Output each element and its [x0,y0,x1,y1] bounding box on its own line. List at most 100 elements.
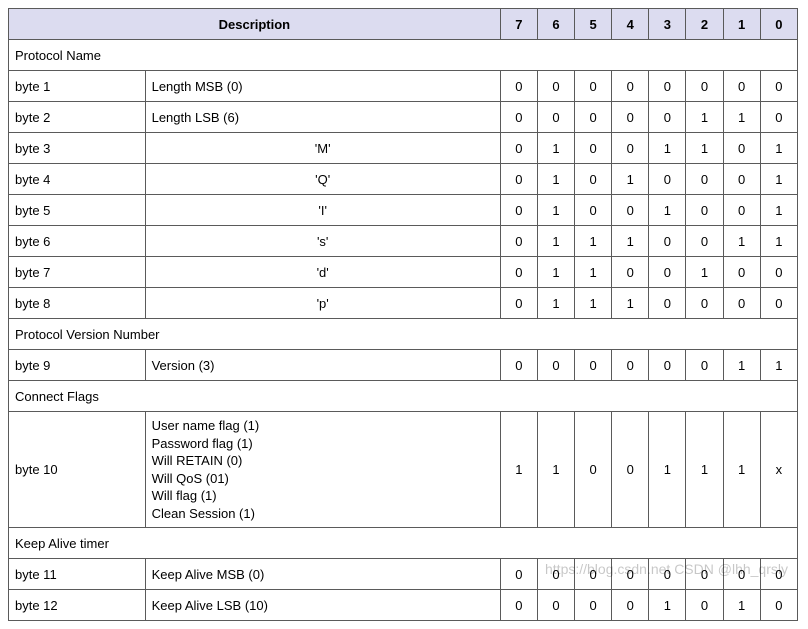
header-bit-0: 0 [760,9,797,40]
bit: 0 [649,102,686,133]
section-label: Keep Alive timer [9,528,798,559]
bit: 0 [760,102,797,133]
bit: 0 [575,559,612,590]
bit: 0 [649,559,686,590]
section-protocol-version: Protocol Version Number [9,319,798,350]
section-protocol-name: Protocol Name [9,40,798,71]
byte-desc: 'd' [145,257,500,288]
row-byte-7: byte 7 'd' 0 1 1 0 0 1 0 0 [9,257,798,288]
bit: 0 [723,288,760,319]
byte-desc: Version (3) [145,350,500,381]
bit: 1 [686,102,723,133]
bit: x [760,412,797,528]
bit: 0 [686,590,723,621]
row-byte-11: byte 11 Keep Alive MSB (0) 0 0 0 0 0 0 0… [9,559,798,590]
bit: 0 [575,350,612,381]
bit: 1 [686,257,723,288]
bit: 0 [575,71,612,102]
bit: 0 [500,71,537,102]
bit: 0 [723,195,760,226]
bit: 0 [612,350,649,381]
byte-label: byte 9 [9,350,146,381]
bit: 1 [575,226,612,257]
bit: 0 [537,590,574,621]
bit: 1 [537,412,574,528]
header-bit-4: 4 [612,9,649,40]
bit: 0 [760,288,797,319]
byte-label: byte 4 [9,164,146,195]
bit: 0 [760,257,797,288]
bit: 0 [500,288,537,319]
section-label: Connect Flags [9,381,798,412]
bit: 0 [649,257,686,288]
bit: 0 [500,590,537,621]
row-byte-2: byte 2 Length LSB (6) 0 0 0 0 0 1 1 0 [9,102,798,133]
bit: 1 [537,133,574,164]
bit: 0 [686,559,723,590]
bit: 1 [760,133,797,164]
row-byte-10: byte 10 User name flag (1) Password flag… [9,412,798,528]
bit: 0 [500,164,537,195]
bit: 1 [649,133,686,164]
bit: 0 [686,71,723,102]
row-byte-3: byte 3 'M' 0 1 0 0 1 1 0 1 [9,133,798,164]
bit: 1 [649,195,686,226]
bit: 0 [500,257,537,288]
row-byte-6: byte 6 's' 0 1 1 1 0 0 1 1 [9,226,798,257]
row-byte-4: byte 4 'Q' 0 1 0 1 0 0 0 1 [9,164,798,195]
bit: 1 [760,350,797,381]
section-keep-alive: Keep Alive timer [9,528,798,559]
header-desc: Description [9,9,501,40]
flag-line: Will flag (1) [152,487,494,505]
bit: 1 [612,288,649,319]
bit: 0 [575,102,612,133]
bit: 0 [575,133,612,164]
byte-desc: 'I' [145,195,500,226]
bit: 0 [612,257,649,288]
byte-desc: Length MSB (0) [145,71,500,102]
bit: 1 [760,164,797,195]
byte-label: byte 8 [9,288,146,319]
header-row: Description 7 6 5 4 3 2 1 0 [9,9,798,40]
bit: 0 [537,350,574,381]
bit: 0 [575,164,612,195]
bit: 0 [723,133,760,164]
bit: 0 [649,288,686,319]
row-byte-1: byte 1 Length MSB (0) 0 0 0 0 0 0 0 0 [9,71,798,102]
byte-label: byte 6 [9,226,146,257]
header-bit-6: 6 [537,9,574,40]
bit: 0 [612,559,649,590]
bit: 1 [575,257,612,288]
bit: 1 [537,288,574,319]
byte-label: byte 5 [9,195,146,226]
bit: 0 [723,164,760,195]
byte-desc: Length LSB (6) [145,102,500,133]
byte-label: byte 2 [9,102,146,133]
bit: 1 [500,412,537,528]
bit: 0 [500,559,537,590]
bit: 0 [537,71,574,102]
byte-label: byte 12 [9,590,146,621]
bit: 0 [575,195,612,226]
byte-desc-flags: User name flag (1) Password flag (1) Wil… [145,412,500,528]
row-byte-9: byte 9 Version (3) 0 0 0 0 0 0 1 1 [9,350,798,381]
bit: 0 [500,195,537,226]
header-bit-5: 5 [575,9,612,40]
bit: 0 [575,412,612,528]
bit: 0 [612,71,649,102]
byte-label: byte 7 [9,257,146,288]
row-byte-5: byte 5 'I' 0 1 0 0 1 0 0 1 [9,195,798,226]
bit: 1 [723,102,760,133]
bit: 1 [612,226,649,257]
flag-line: Will QoS (01) [152,470,494,488]
bit: 0 [686,195,723,226]
byte-label: byte 11 [9,559,146,590]
row-byte-8: byte 8 'p' 0 1 1 1 0 0 0 0 [9,288,798,319]
bit: 1 [723,590,760,621]
bit: 0 [612,102,649,133]
bit: 0 [500,226,537,257]
bit: 0 [537,102,574,133]
byte-desc: 'Q' [145,164,500,195]
bit: 0 [500,350,537,381]
bit: 0 [723,257,760,288]
